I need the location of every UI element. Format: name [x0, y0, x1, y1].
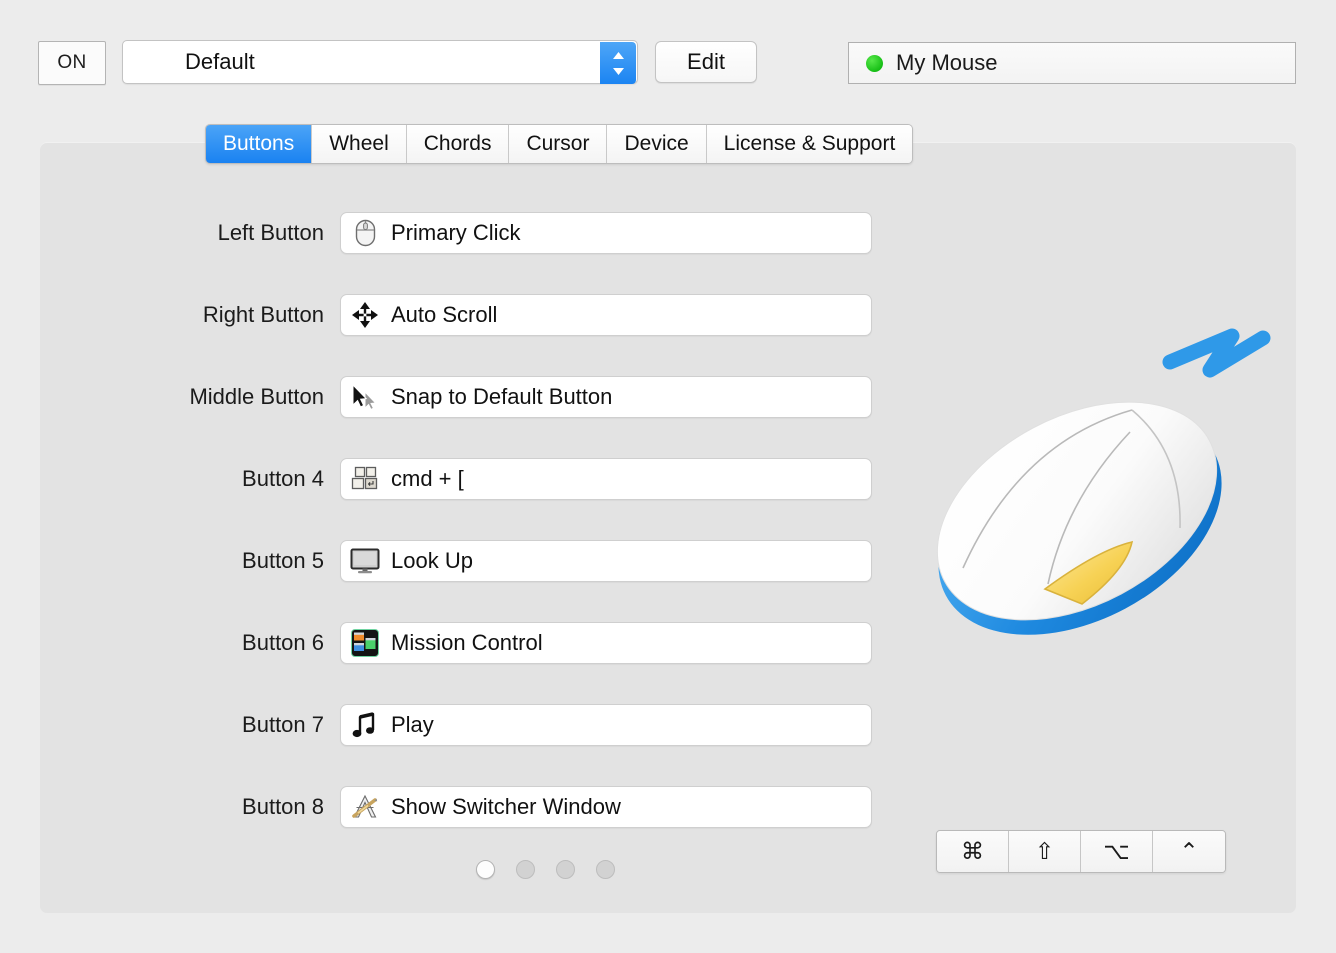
option-key-icon: ⌥ [1103, 838, 1130, 865]
command-key-button[interactable]: ⌘ [937, 831, 1009, 872]
action-select-button-6[interactable]: Mission Control [340, 622, 872, 664]
display-icon [350, 546, 380, 576]
action-select-button-8[interactable]: Show Switcher Window [340, 786, 872, 828]
pagination-dot-2[interactable] [516, 860, 535, 879]
table-row: Middle Button Snap to Default Button [110, 376, 872, 418]
pagination-dot-3[interactable] [556, 860, 575, 879]
table-row: Left Button Primary Click [110, 212, 872, 254]
app-store-icon [350, 792, 380, 822]
tab-wheel[interactable]: Wheel [312, 125, 407, 163]
row-label: Button 7 [110, 712, 340, 738]
action-select-middle-button[interactable]: Snap to Default Button [340, 376, 872, 418]
keyboard-keys-icon [350, 464, 380, 494]
preset-select-value: Default [123, 49, 255, 75]
row-label: Middle Button [110, 384, 340, 410]
device-name-label: My Mouse [896, 50, 997, 76]
preset-select[interactable]: Default [122, 40, 638, 84]
header-bar: ON Default Edit My Mouse [0, 0, 1336, 110]
tab-label: License & Support [724, 132, 896, 156]
app-window: ON Default Edit My Mouse Buttons Wheel C… [0, 0, 1336, 953]
power-toggle-button[interactable]: ON [38, 41, 106, 85]
mouse-icon [350, 218, 380, 248]
row-label: Button 5 [110, 548, 340, 574]
action-label: Primary Click [391, 220, 521, 246]
tab-label: Cursor [526, 132, 589, 156]
table-row: Button 6 Mission Control [110, 622, 872, 664]
stepper-up-down-icon[interactable] [600, 42, 636, 84]
pagination-dots [40, 860, 1050, 879]
pagination-dot-1[interactable] [476, 860, 495, 879]
buttons-settings-panel: Left Button Primary Click Right Button [40, 142, 1296, 913]
action-label: Mission Control [391, 630, 543, 656]
tab-label: Device [624, 132, 688, 156]
tab-label: Chords [424, 132, 492, 156]
tab-cursor[interactable]: Cursor [509, 125, 607, 163]
action-select-button-4[interactable]: cmd + [ [340, 458, 872, 500]
action-select-right-button[interactable]: Auto Scroll [340, 294, 872, 336]
mission-control-icon [350, 628, 380, 658]
table-row: Button 5 Look Up [110, 540, 872, 582]
music-note-icon [350, 710, 380, 740]
command-key-icon: ⌘ [961, 838, 984, 865]
tab-device[interactable]: Device [607, 125, 706, 163]
tab-chords[interactable]: Chords [407, 125, 510, 163]
table-row: Button 7 Play [110, 704, 872, 746]
row-label: Right Button [110, 302, 340, 328]
tab-label: Wheel [329, 132, 389, 156]
action-label: Play [391, 712, 434, 738]
power-toggle-label: ON [57, 52, 86, 74]
table-row: Button 4 cmd + [ [110, 458, 872, 500]
action-select-button-5[interactable]: Look Up [340, 540, 872, 582]
control-key-button[interactable]: ⌃ [1153, 831, 1225, 872]
mouse-illustration [880, 292, 1300, 712]
green-status-dot-icon [866, 55, 883, 72]
row-label: Button 6 [110, 630, 340, 656]
edit-button[interactable]: Edit [655, 41, 757, 83]
option-key-button[interactable]: ⌥ [1081, 831, 1153, 872]
row-label: Button 8 [110, 794, 340, 820]
edit-button-label: Edit [687, 49, 725, 75]
table-row: Right Button Auto Scroll [110, 294, 872, 336]
row-label: Button 4 [110, 466, 340, 492]
device-name-field[interactable]: My Mouse [848, 42, 1296, 84]
action-label: Auto Scroll [391, 302, 497, 328]
double-cursor-icon [350, 382, 380, 412]
tab-label: Buttons [223, 132, 294, 156]
tab-license-support[interactable]: License & Support [707, 125, 913, 163]
action-label: Snap to Default Button [391, 384, 612, 410]
action-label: Show Switcher Window [391, 794, 621, 820]
shift-key-button[interactable]: ⇧ [1009, 831, 1081, 872]
table-row: Button 8 Show Switcher Window [110, 786, 872, 828]
four-way-arrow-icon [350, 300, 380, 330]
shift-key-icon: ⇧ [1035, 838, 1054, 865]
row-label: Left Button [110, 220, 340, 246]
pagination-dot-4[interactable] [596, 860, 615, 879]
modifier-keys-group: ⌘ ⇧ ⌥ ⌃ [936, 830, 1226, 873]
tab-buttons[interactable]: Buttons [206, 125, 312, 163]
action-label: Look Up [391, 548, 473, 574]
control-key-icon: ⌃ [1179, 838, 1198, 865]
tab-bar: Buttons Wheel Chords Cursor Device Licen… [205, 124, 913, 164]
action-select-left-button[interactable]: Primary Click [340, 212, 872, 254]
action-select-button-7[interactable]: Play [340, 704, 872, 746]
action-label: cmd + [ [391, 466, 464, 492]
